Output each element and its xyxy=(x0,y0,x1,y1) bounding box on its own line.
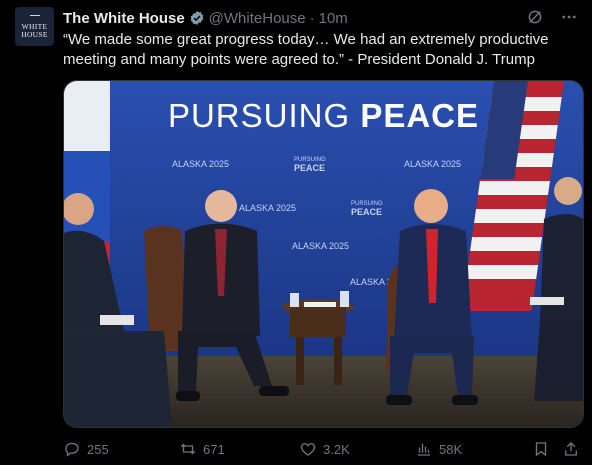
tweet[interactable]: WHITE HOUSE The White House @WhiteHouse … xyxy=(0,0,592,465)
reply-icon xyxy=(65,442,79,457)
reply-count: 255 xyxy=(87,441,109,457)
more-icon[interactable] xyxy=(560,8,578,26)
grok-icon[interactable] xyxy=(526,8,544,26)
timestamp[interactable]: 10m xyxy=(319,10,348,27)
reply-button[interactable]: 255 xyxy=(63,440,109,458)
top-actions xyxy=(526,8,578,26)
avatar-line-2: HOUSE xyxy=(21,29,48,39)
account-handle[interactable]: @WhiteHouse xyxy=(209,10,306,27)
svg-text:ALASKA 2025: ALASKA 2025 xyxy=(172,159,229,169)
avatar[interactable]: WHITE HOUSE xyxy=(15,7,54,46)
tweet-header: The White House @WhiteHouse · 10m xyxy=(63,8,348,28)
heart-icon xyxy=(300,443,316,456)
share-icon xyxy=(565,442,577,456)
views-button[interactable]: 58K xyxy=(415,440,462,458)
svg-text:ALASKA 2025: ALASKA 2025 xyxy=(239,203,296,213)
separator-dot: · xyxy=(309,9,315,27)
like-button[interactable]: 3.2K xyxy=(299,440,350,458)
action-bar: 255 671 3.2K 58K xyxy=(63,438,582,460)
svg-text:ALASKA 2025: ALASKA 2025 xyxy=(404,159,461,169)
views-count: 58K xyxy=(439,441,463,457)
svg-text:ALASKA 2025: ALASKA 2025 xyxy=(292,241,349,251)
tweet-photo[interactable]: ALASKA 2025 ALASKA 2025 PURSUING PEACE A… xyxy=(63,80,584,428)
banner-word-1: PURSUING xyxy=(167,97,361,134)
repost-button[interactable]: 671 xyxy=(179,440,225,458)
bookmark-button[interactable] xyxy=(532,440,550,458)
share-button[interactable] xyxy=(562,440,580,458)
bookmark-icon xyxy=(535,442,547,457)
like-count: 3.2K xyxy=(323,441,350,457)
banner-word-2: PEACE xyxy=(360,97,480,134)
verified-badge-icon xyxy=(190,11,204,25)
seal-mark xyxy=(29,14,40,21)
account-name[interactable]: The White House xyxy=(63,10,185,27)
svg-text:PEACE: PEACE xyxy=(294,163,325,173)
svg-text:PEACE: PEACE xyxy=(351,207,382,217)
repost-count: 671 xyxy=(203,441,225,457)
backdrop-banner: PURSUING PEACE xyxy=(64,97,583,135)
views-icon xyxy=(418,443,430,456)
tweet-text: “We made some great progress today… We h… xyxy=(63,31,549,68)
repost-icon xyxy=(180,443,196,455)
